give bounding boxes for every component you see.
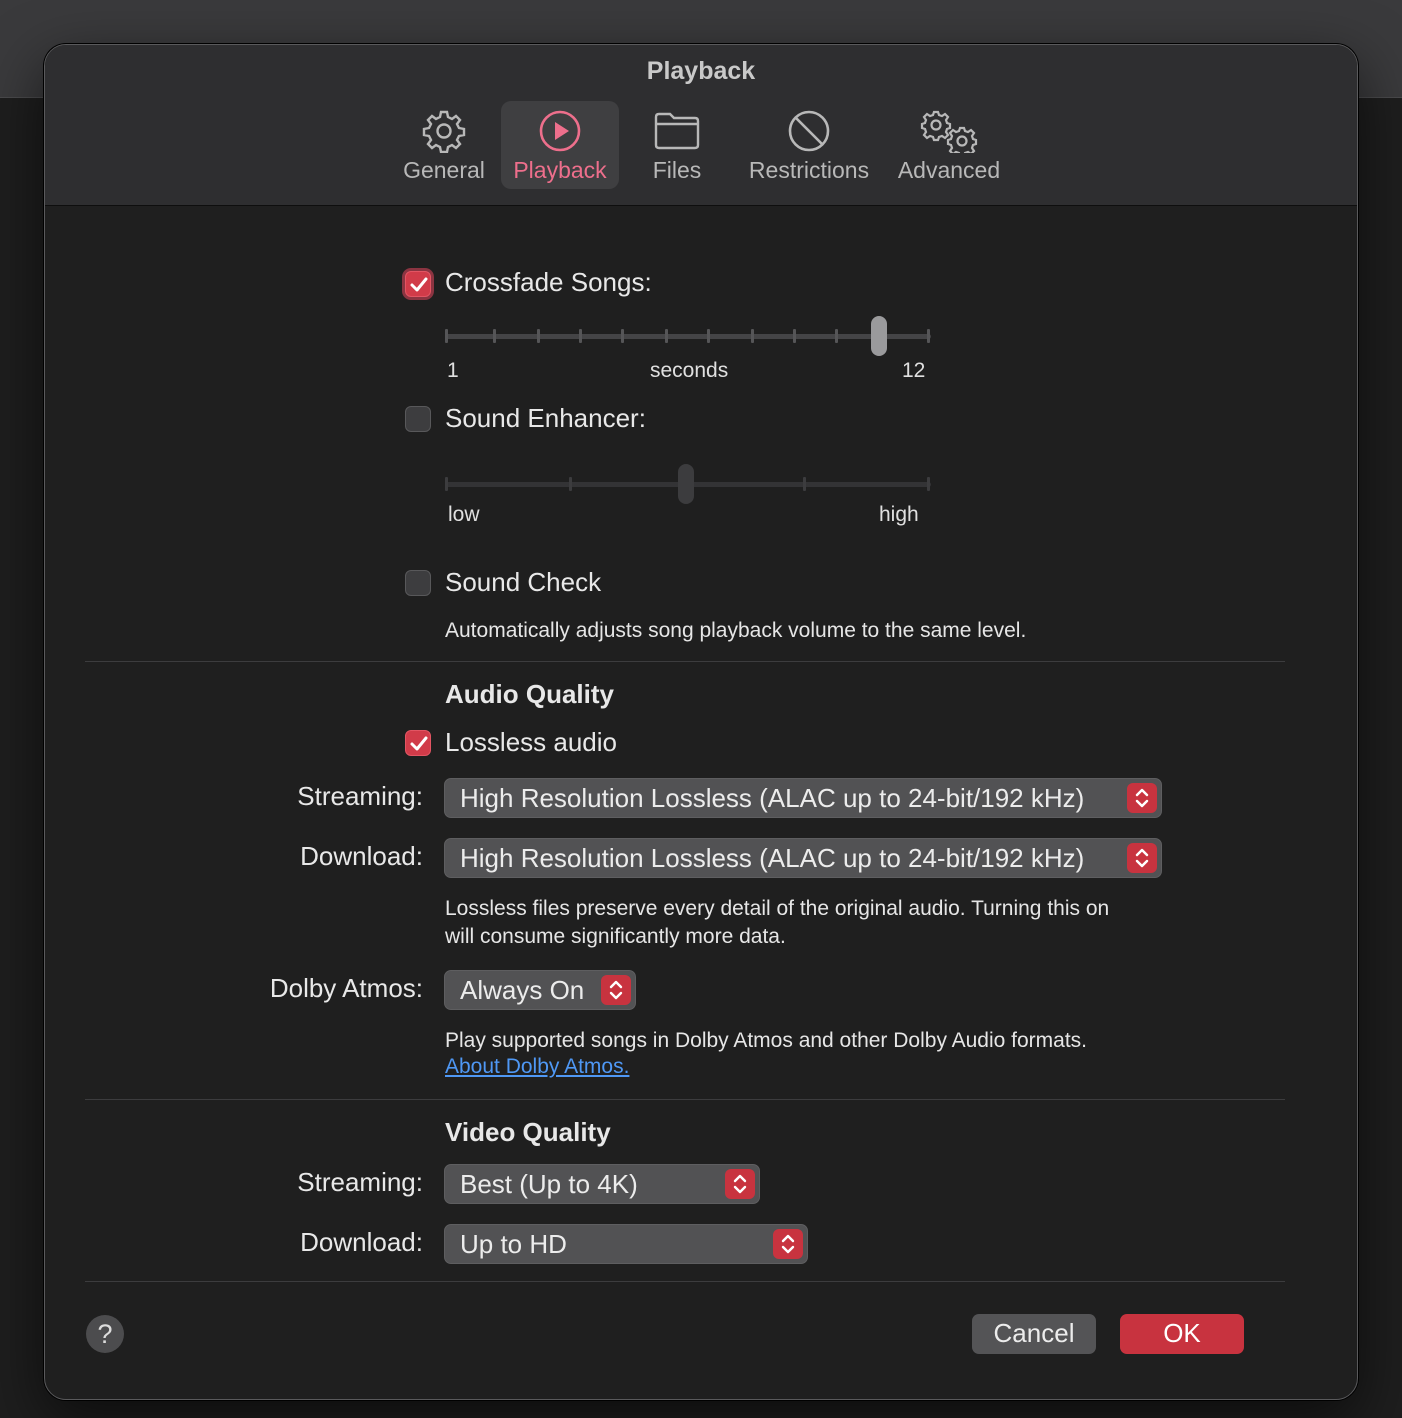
folder-icon xyxy=(647,107,707,155)
sound-enhancer-high-label: high xyxy=(879,503,919,526)
crossfade-checkbox[interactable] xyxy=(405,271,431,297)
crossfade-unit-label: seconds xyxy=(650,359,729,382)
gears-icon xyxy=(919,107,979,155)
dolby-atmos-label: Dolby Atmos: xyxy=(269,973,423,1003)
chevron-up-down-icon xyxy=(1127,783,1157,813)
separator xyxy=(85,1281,1285,1282)
separator xyxy=(85,1099,1285,1100)
tab-label: Files xyxy=(652,157,702,183)
slider-tick xyxy=(927,329,930,343)
slider-tick xyxy=(621,329,624,343)
chevron-up-down-icon xyxy=(725,1169,755,1199)
sound-check-checkbox[interactable] xyxy=(405,570,431,596)
lossless-note-line: will consume significantly more data. xyxy=(445,925,786,948)
slider-tick xyxy=(579,329,582,343)
audio-streaming-select[interactable]: High Resolution Lossless (ALAC up to 24-… xyxy=(444,778,1162,818)
slider-tick xyxy=(493,329,496,343)
cancel-button[interactable]: Cancel xyxy=(972,1314,1096,1354)
lossless-note-line: Lossless files preserve every detail of … xyxy=(445,897,1110,920)
prohibited-icon xyxy=(779,107,839,155)
slider-tick xyxy=(665,329,668,343)
video-quality-heading: Video Quality xyxy=(445,1117,611,1147)
checkmark-icon xyxy=(410,277,428,292)
slider-tick xyxy=(927,477,930,491)
sound-check-description: Automatically adjusts song playback volu… xyxy=(445,619,1027,642)
slider-tick xyxy=(569,477,572,491)
video-download-select[interactable]: Up to HD xyxy=(444,1224,808,1264)
slider-tick xyxy=(793,329,796,343)
tab-general[interactable]: General xyxy=(397,101,491,189)
dialog-title: Playback xyxy=(646,57,756,85)
tab-label: Restrictions xyxy=(748,157,870,183)
crossfade-min-label: 1 xyxy=(447,359,459,382)
slider-tick xyxy=(445,329,448,343)
slider-tick xyxy=(751,329,754,343)
lossless-audio-label: Lossless audio xyxy=(445,727,617,757)
slider-tick xyxy=(537,329,540,343)
sound-enhancer-low-label: low xyxy=(448,503,480,526)
slider-tick xyxy=(445,477,448,491)
lossless-audio-checkbox[interactable] xyxy=(405,730,431,756)
audio-download-label: Download: xyxy=(300,841,423,871)
crossfade-max-label: 12 xyxy=(902,359,926,382)
tab-restrictions[interactable]: Restrictions xyxy=(739,101,879,189)
gear-icon xyxy=(414,107,474,155)
separator xyxy=(85,661,1285,662)
crossfade-slider-knob[interactable] xyxy=(871,316,887,356)
sound-check-label: Sound Check xyxy=(445,567,602,597)
checkmark-icon xyxy=(410,736,428,751)
tab-files[interactable]: Files xyxy=(637,101,717,189)
tab-label: Advanced xyxy=(897,157,1001,183)
select-value: Best (Up to 4K) xyxy=(460,1169,638,1199)
select-value: Always On xyxy=(460,975,585,1005)
sound-enhancer-checkbox[interactable] xyxy=(405,406,431,432)
about-dolby-atmos-link[interactable]: About Dolby Atmos. xyxy=(445,1055,629,1079)
audio-quality-heading: Audio Quality xyxy=(445,679,614,709)
chevron-up-down-icon xyxy=(1127,843,1157,873)
lossless-note: Lossless files preserve every detail of … xyxy=(445,895,1109,951)
dialog-toolbar: Playback General Playback Files Restrict… xyxy=(45,45,1357,206)
slider-tick xyxy=(835,329,838,343)
tab-label: Playback xyxy=(513,157,607,183)
slider-tick xyxy=(707,329,710,343)
tab-playback[interactable]: Playback xyxy=(501,101,619,189)
tab-label: General xyxy=(403,157,485,183)
crossfade-label: Crossfade Songs: xyxy=(445,267,652,297)
select-value: High Resolution Lossless (ALAC up to 24-… xyxy=(460,843,1085,873)
audio-download-select[interactable]: High Resolution Lossless (ALAC up to 24-… xyxy=(444,838,1162,878)
ok-button[interactable]: OK xyxy=(1120,1314,1244,1354)
dolby-atmos-select[interactable]: Always On xyxy=(444,970,636,1010)
play-circle-icon xyxy=(530,107,590,155)
slider-tick xyxy=(803,477,806,491)
video-streaming-select[interactable]: Best (Up to 4K) xyxy=(444,1164,760,1204)
audio-streaming-label: Streaming: xyxy=(297,781,423,811)
help-button[interactable]: ? xyxy=(86,1315,124,1353)
preferences-dialog: Playback General Playback Files Restrict… xyxy=(44,44,1358,1400)
tab-advanced[interactable]: Advanced xyxy=(893,101,1005,189)
select-value: Up to HD xyxy=(460,1229,567,1259)
dolby-atmos-description: Play supported songs in Dolby Atmos and … xyxy=(445,1029,1088,1052)
sound-enhancer-slider-knob[interactable] xyxy=(678,464,694,504)
select-value: High Resolution Lossless (ALAC up to 24-… xyxy=(460,783,1085,813)
chevron-up-down-icon xyxy=(601,975,631,1005)
video-streaming-label: Streaming: xyxy=(297,1167,423,1197)
chevron-up-down-icon xyxy=(773,1229,803,1259)
slider-track xyxy=(445,334,931,339)
video-download-label: Download: xyxy=(300,1227,423,1257)
sound-enhancer-label: Sound Enhancer: xyxy=(445,403,646,433)
